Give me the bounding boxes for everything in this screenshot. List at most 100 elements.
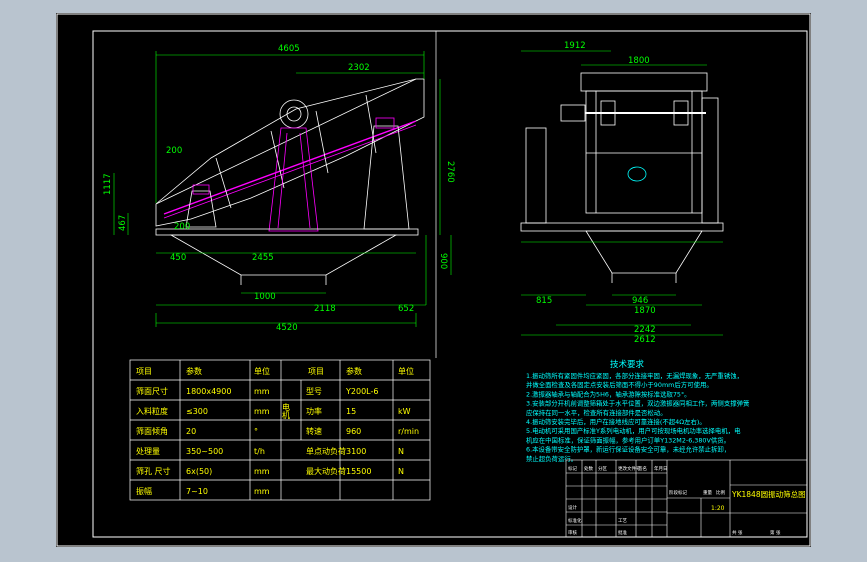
screen-deck-lower — [163, 124, 417, 219]
title-block-label: 共 张 — [732, 529, 743, 536]
title-block-label: 阶段标记 — [669, 489, 687, 496]
screen-box — [155, 78, 425, 227]
table-cell: N — [398, 447, 404, 456]
title-block-label: 处数 — [584, 465, 593, 472]
dim-side-outlet: 946 — [632, 296, 648, 306]
dim-base-length: 4520 — [276, 323, 298, 333]
table-cell: mm — [254, 487, 270, 496]
drawing-sheet: 4605 2302 2760 1117 467 200 200 450 2455… — [56, 13, 811, 547]
exciter-shaft — [286, 106, 302, 122]
table-cell: 15500 — [346, 467, 371, 476]
table-cell: N — [398, 467, 404, 476]
dim-side-base: 2242 — [634, 325, 656, 335]
side-view-dimensions — [521, 50, 723, 336]
note-line: 6.本设备带安全防护罩，新运行保证设备安全可靠，未经允许禁止拆卸， — [526, 445, 730, 454]
table-cell: r/min — [398, 427, 419, 436]
motor-label: 电机 — [282, 402, 291, 420]
title-block-label: 比例 — [716, 489, 725, 496]
exciter-housing — [279, 99, 309, 129]
table-cell: 筛面尺寸 — [136, 386, 168, 396]
note-line: 1.振动筛所有紧固件均应紧固，各部分连接牢固，无漏焊现象，无严重锈蚀， — [526, 371, 743, 380]
table-cell: 型号 — [306, 387, 322, 396]
param-table — [129, 359, 431, 501]
table-cell: 单点动负荷 — [306, 446, 346, 456]
table-cell: 入料粒度 — [136, 406, 168, 416]
table-cell: t/h — [254, 447, 265, 456]
side-center-mark — [627, 166, 647, 182]
table-cell: 6x(50) — [186, 467, 212, 476]
dim-total-length: 4605 — [278, 44, 300, 54]
table-cell: 20 — [186, 427, 196, 436]
front-spring-seat — [192, 184, 210, 195]
table-cell: 3100 — [346, 447, 366, 456]
inner-frame — [92, 30, 808, 538]
table-header-cell: 参数 — [346, 366, 362, 376]
table-cell: 最大动负荷 — [306, 466, 346, 476]
drawing-scale: 1:20 — [711, 505, 725, 512]
dim-side-outer-top: 1912 — [564, 41, 586, 51]
dim-side-inner-top: 1800 — [628, 56, 650, 66]
side-right-support — [701, 97, 719, 224]
note-line: 并做全面检查及各固定点安装后筛面不得小于90mm后方可使用。 — [526, 380, 713, 389]
title-block-label: 第 张 — [770, 529, 781, 536]
table-cell: 筛孔 尺寸 — [136, 466, 171, 476]
table-cell: kW — [398, 407, 411, 416]
side-hopper — [585, 230, 703, 274]
table-header-cell: 项目 — [136, 367, 152, 376]
rear-spring-seat — [375, 117, 395, 129]
table-cell: Y200L-6 — [345, 387, 378, 396]
table-header-cell: 单位 — [398, 366, 414, 376]
table-cell: mm — [254, 387, 270, 396]
table-cell: ° — [254, 427, 258, 436]
discharge-hopper — [169, 234, 398, 276]
dim-inlet-top: 200 — [166, 146, 182, 156]
title-block-label: 工艺 — [618, 518, 627, 524]
cad-viewport: 4605 2302 2760 1117 467 200 200 450 2455… — [0, 0, 867, 562]
drawing-canvas: 4605 2302 2760 1117 467 200 200 450 2455… — [56, 13, 811, 547]
side-screen-body — [585, 90, 703, 214]
title-block-label: 审核 — [568, 529, 577, 536]
title-block-label: 设计 — [568, 504, 577, 511]
notes-title: 技术要求 — [610, 359, 645, 370]
title-block-label: 签名 — [638, 465, 647, 472]
table-cell: mm — [254, 407, 270, 416]
front-view — [155, 78, 425, 285]
dim-hopper-depth: 900 — [438, 253, 448, 269]
dim-side-frame: 1870 — [634, 306, 656, 316]
note-line: 禁止超负荷运行。 — [526, 454, 577, 463]
dim-feed-height: 467 — [118, 215, 128, 231]
dim-left-height: 1117 — [103, 173, 113, 195]
table-header-cell: 参数 — [186, 366, 202, 376]
table-cell: mm — [254, 467, 270, 476]
note-line: 3.安装部分开机前调整筛箱处于水平位置，双边激振器同相工作，两侧支撑弹簧 — [526, 399, 750, 408]
table-header-cell: 项目 — [308, 367, 324, 376]
side-plate-rib — [315, 110, 329, 174]
dim-inlet-width: 200 — [174, 222, 190, 232]
note-line: 2.激振器轴承与轴配合为5H6，轴承游隙按标准选取75°。 — [526, 389, 691, 398]
note-line: 机应在中国标准，保证筛面振幅，参考用户订单Y132M2-6,380V供货。 — [526, 435, 730, 444]
title-block-label: 分区 — [598, 465, 607, 472]
table-cell: 350~500 — [186, 447, 223, 456]
side-top-frame — [580, 72, 708, 92]
side-motor — [560, 104, 586, 122]
side-left-support — [525, 127, 547, 224]
side-plate-rib — [215, 157, 232, 209]
base-beam — [155, 228, 419, 236]
front-view-dimensions — [113, 51, 452, 327]
table-cell: 振幅 — [136, 486, 152, 496]
table-cell: ≤300 — [186, 407, 208, 416]
title-block-label: 标记 — [568, 465, 577, 472]
dim-right-offset: 652 — [398, 304, 414, 314]
title-block-label: 重量 — [703, 489, 712, 496]
side-plate-rib — [365, 94, 377, 154]
title-block-label: 批准 — [618, 529, 627, 536]
title-block-label: 标准化 — [568, 517, 582, 524]
dim-support-span: 2455 — [252, 253, 274, 263]
stand-brace — [277, 132, 288, 229]
dim-hopper-width: 1000 — [254, 292, 276, 302]
table-cell: 处理量 — [136, 446, 160, 456]
table-cell: 15 — [346, 407, 356, 416]
dim-height: 2760 — [445, 161, 455, 183]
drawing-title: YK1848圆振动筛总图 — [731, 489, 806, 499]
dim-base-span: 2118 — [314, 304, 336, 314]
